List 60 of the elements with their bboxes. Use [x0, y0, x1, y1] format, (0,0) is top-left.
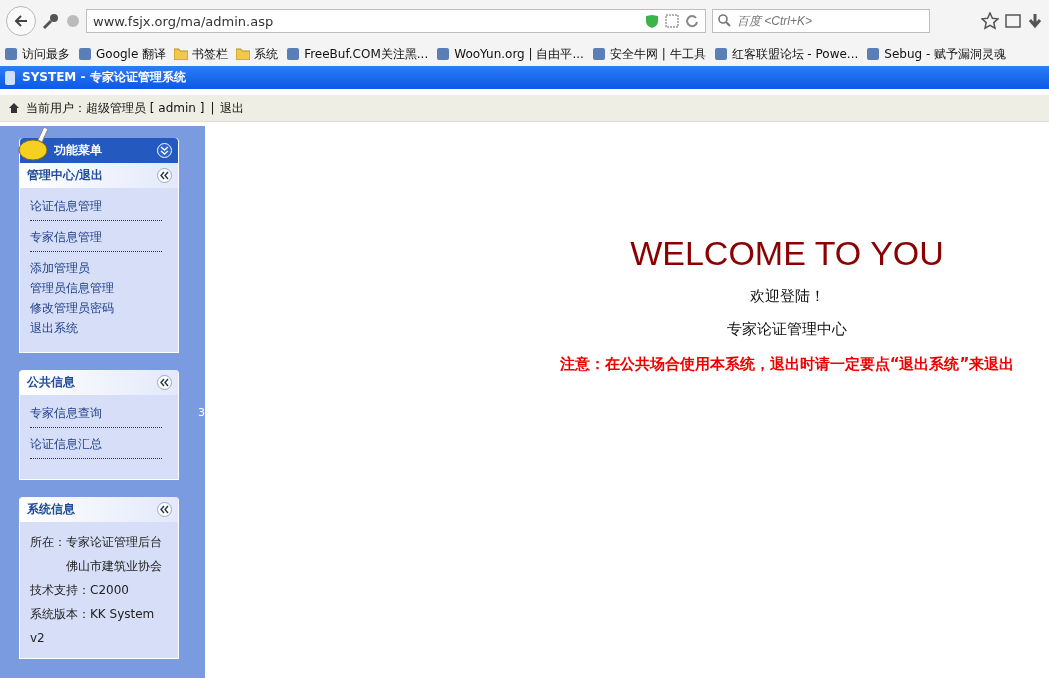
url-text: www.fsjx.org/ma/admin.asp: [93, 13, 275, 29]
info-text: v2: [30, 630, 46, 647]
app-title: SYSTEM - 专家论证管理系统: [22, 69, 186, 86]
splitter-label: 3: [198, 406, 205, 419]
site-icon: [4, 47, 18, 61]
folder-icon: [174, 48, 189, 60]
folder-icon: [236, 48, 251, 60]
bookmark-link[interactable]: 红客联盟论坛 - Powe...: [713, 45, 859, 63]
menu-link[interactable]: 退出系统: [30, 318, 162, 338]
separator-text: |: [210, 101, 215, 115]
notice-text: 注意：在公共场合使用本系统，退出时请一定要点“退出系统”来退出: [559, 355, 1015, 374]
reload-icon[interactable]: [685, 14, 699, 28]
back-button[interactable]: [6, 6, 36, 36]
greeting-text: 欢迎登陆！: [749, 287, 825, 306]
menu-title: 功能菜单: [54, 142, 102, 159]
shield-icon: [645, 13, 659, 29]
menu-link[interactable]: 管理员信息管理: [30, 278, 162, 298]
collapse-all-icon[interactable]: [157, 143, 172, 158]
section-title: 系统信息: [27, 501, 75, 518]
bookmark-link[interactable]: FreeBuf.COM关注黑...: [286, 45, 429, 63]
info-text: 系统版本：KK System: [30, 606, 156, 623]
welcome-heading: WELCOME TO YOU: [630, 234, 944, 273]
bookmark-link[interactable]: 访问最多: [4, 45, 70, 63]
site-icon: [713, 47, 728, 61]
bookmark-link[interactable]: 书签栏: [174, 45, 229, 63]
back-arrow-icon: [14, 14, 28, 28]
bookmark-link[interactable]: Google 翻译: [78, 45, 167, 63]
center-name-text: 专家论证管理中心: [727, 320, 847, 339]
star-icon[interactable]: [981, 12, 999, 30]
site-icon: [591, 47, 606, 61]
section-title: 管理中心/退出: [27, 167, 104, 184]
collapse-icon[interactable]: [157, 502, 172, 517]
address-bar[interactable]: www.fsjx.org/ma/admin.asp: [86, 9, 706, 33]
logout-link[interactable]: 退出: [220, 99, 245, 117]
info-text: 佛山市建筑业协会: [65, 558, 163, 575]
bookmark-link[interactable]: WooYun.org | 自由平...: [436, 45, 584, 63]
bookmark-link[interactable]: Sebug - 赋予漏洞灵魂: [866, 45, 1007, 63]
collapse-icon[interactable]: [157, 375, 172, 390]
app-icon: [4, 69, 16, 86]
home-icon: [8, 102, 20, 114]
menu-link[interactable]: 专家信息查询: [30, 403, 162, 428]
key-icon: [42, 12, 60, 30]
section-title: 公共信息: [27, 374, 75, 391]
bookmark-link[interactable]: 安全牛网 | 牛工具: [591, 45, 706, 63]
menu-link[interactable]: 专家信息管理: [30, 227, 162, 252]
menu-link[interactable]: 论证信息管理: [30, 196, 162, 221]
site-icon: [866, 47, 881, 61]
site-icon: [78, 47, 92, 61]
menu-link[interactable]: 修改管理员密码: [30, 298, 162, 318]
collapse-icon[interactable]: [157, 168, 172, 183]
menu-link[interactable]: 添加管理员: [30, 258, 162, 278]
download-icon[interactable]: [1027, 13, 1043, 29]
info-text: 技术支持：C2000: [30, 582, 130, 599]
bookmark-link[interactable]: 系统: [236, 45, 279, 63]
search-field[interactable]: 百度 <Ctrl+K>: [712, 9, 930, 33]
menu-link[interactable]: 论证信息汇总: [30, 434, 162, 459]
current-user-text: 当前用户：超级管理员 [ admin ]: [26, 99, 205, 117]
site-icon: [286, 47, 301, 61]
info-text: 所在：专家论证管理后台: [30, 534, 163, 551]
site-icon: [436, 47, 451, 61]
